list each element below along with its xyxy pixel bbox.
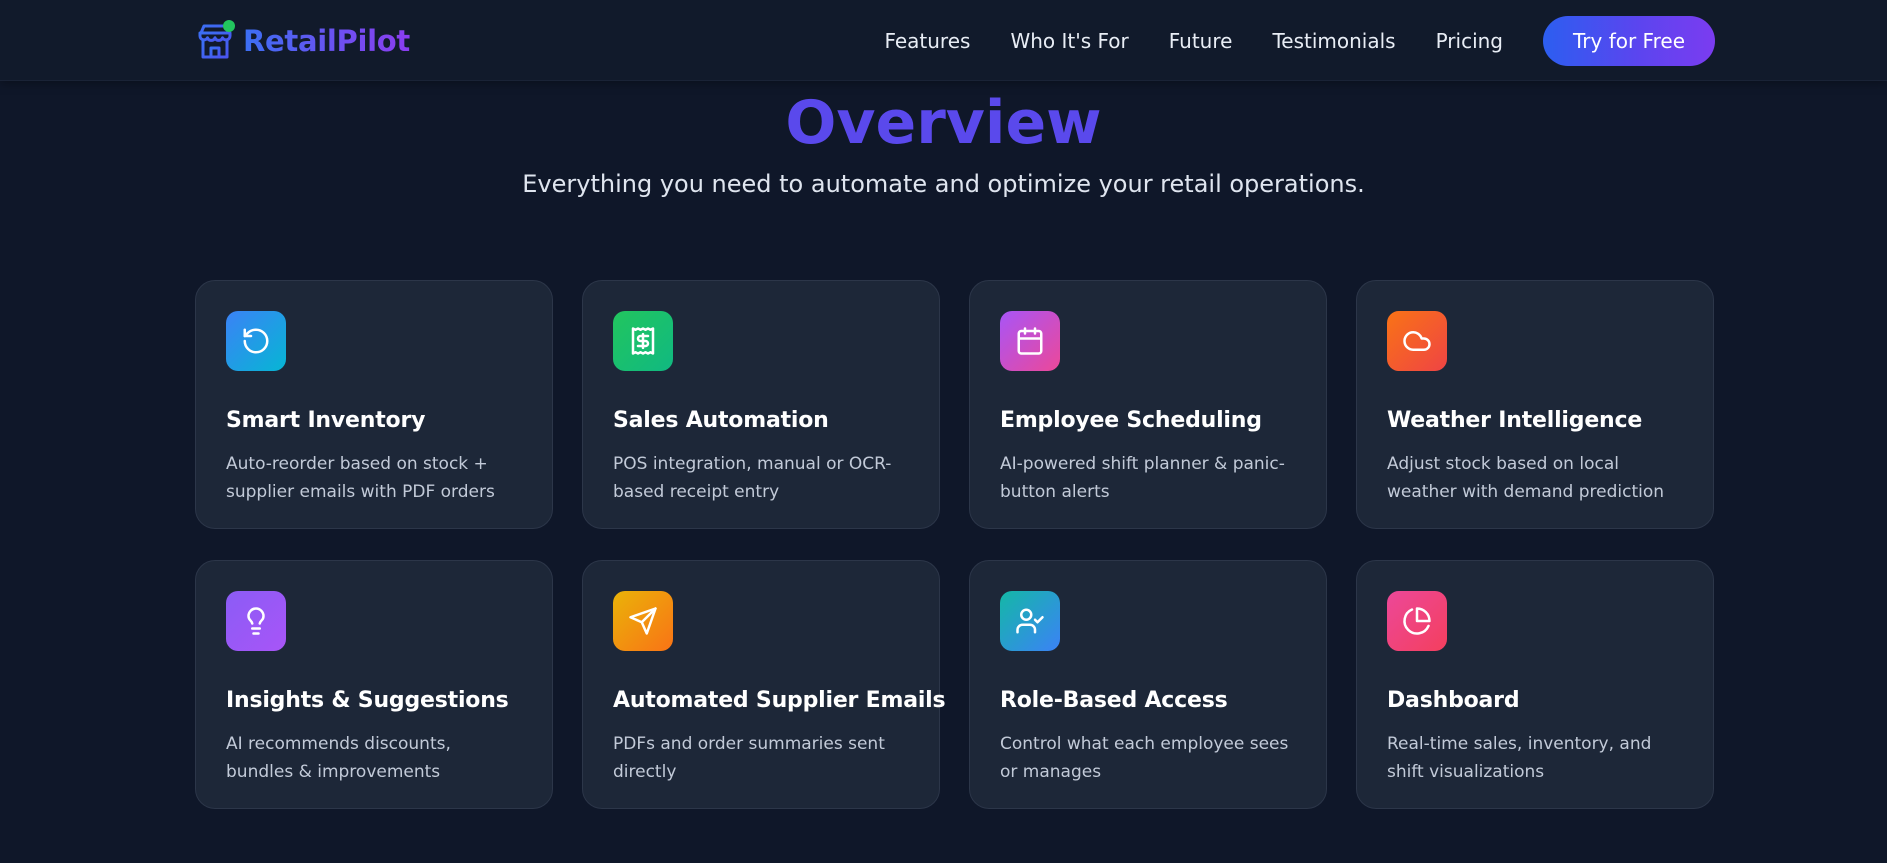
nav-links: Features Who It's For Future Testimonial… xyxy=(884,15,1715,66)
feature-title: Insights & Suggestions xyxy=(226,688,509,713)
page-subtitle: Everything you need to automate and opti… xyxy=(522,170,1365,198)
nav-link-pricing[interactable]: Pricing xyxy=(1436,29,1503,53)
feature-description: Real-time sales, inventory, and shift vi… xyxy=(1387,734,1652,782)
feature-description: AI-powered shift planner & panic-button … xyxy=(1000,454,1285,502)
feature-description: POS integration, manual or OCR-based rec… xyxy=(613,454,892,502)
pie-chart-icon xyxy=(1387,591,1447,651)
nav-link-features[interactable]: Features xyxy=(884,29,970,53)
feature-description: Control what each employee sees or manag… xyxy=(1000,734,1289,782)
feature-title: Weather Intelligence xyxy=(1387,408,1643,433)
user-check-icon xyxy=(1000,591,1060,651)
feature-card-weather-intelligence: Weather Intelligence Adjust stock based … xyxy=(1356,280,1714,529)
feature-card-automated-supplier-emails: Automated Supplier Emails PDFs and order… xyxy=(582,560,946,809)
feature-card-sales-automation: Sales Automation POS integration, manual… xyxy=(582,280,940,529)
feature-title: Smart Inventory xyxy=(226,408,426,433)
feature-description: Adjust stock based on local weather with… xyxy=(1387,454,1665,502)
feature-card-role-based-access: Role-Based Access Control what each empl… xyxy=(969,560,1327,809)
feature-description: AI recommends discounts, bundles & impro… xyxy=(226,734,451,782)
feature-title: Sales Automation xyxy=(613,408,829,433)
lightbulb-icon xyxy=(226,591,286,651)
receipt-icon xyxy=(613,311,673,371)
nav-link-who-its-for[interactable]: Who It's For xyxy=(1010,29,1128,53)
feature-card-dashboard: Dashboard Real-time sales, inventory, an… xyxy=(1356,560,1714,809)
brand[interactable]: RetailPilot xyxy=(195,19,410,63)
feature-card-insights-suggestions: Insights & Suggestions AI recommends dis… xyxy=(195,560,553,809)
feature-description: Auto-reorder based on stock + supplier e… xyxy=(226,454,495,502)
feature-title: Automated Supplier Emails xyxy=(613,688,946,713)
feature-title: Employee Scheduling xyxy=(1000,408,1262,433)
feature-description: PDFs and order summaries sent directly xyxy=(613,734,885,782)
feature-card-smart-inventory: Smart Inventory Auto-reorder based on st… xyxy=(195,280,553,529)
storefront-icon xyxy=(195,19,235,63)
feature-card-employee-scheduling: Employee Scheduling AI-powered shift pla… xyxy=(969,280,1327,529)
try-for-free-button[interactable]: Try for Free xyxy=(1543,15,1715,66)
feature-title: Dashboard xyxy=(1387,688,1520,713)
feature-grid: Smart Inventory Auto-reorder based on st… xyxy=(195,280,1715,809)
navbar: RetailPilot Features Who It's For Future… xyxy=(0,0,1887,81)
refresh-icon xyxy=(226,311,286,371)
cloud-icon xyxy=(1387,311,1447,371)
nav-link-testimonials[interactable]: Testimonials xyxy=(1272,29,1395,53)
feature-title: Role-Based Access xyxy=(1000,688,1228,713)
brand-name: RetailPilot xyxy=(243,23,410,58)
calendar-icon xyxy=(1000,311,1060,371)
send-icon xyxy=(613,591,673,651)
nav-link-future[interactable]: Future xyxy=(1169,29,1233,53)
page-title: Overview xyxy=(785,88,1102,158)
overview-section: Overview Everything you need to automate… xyxy=(0,81,1887,201)
